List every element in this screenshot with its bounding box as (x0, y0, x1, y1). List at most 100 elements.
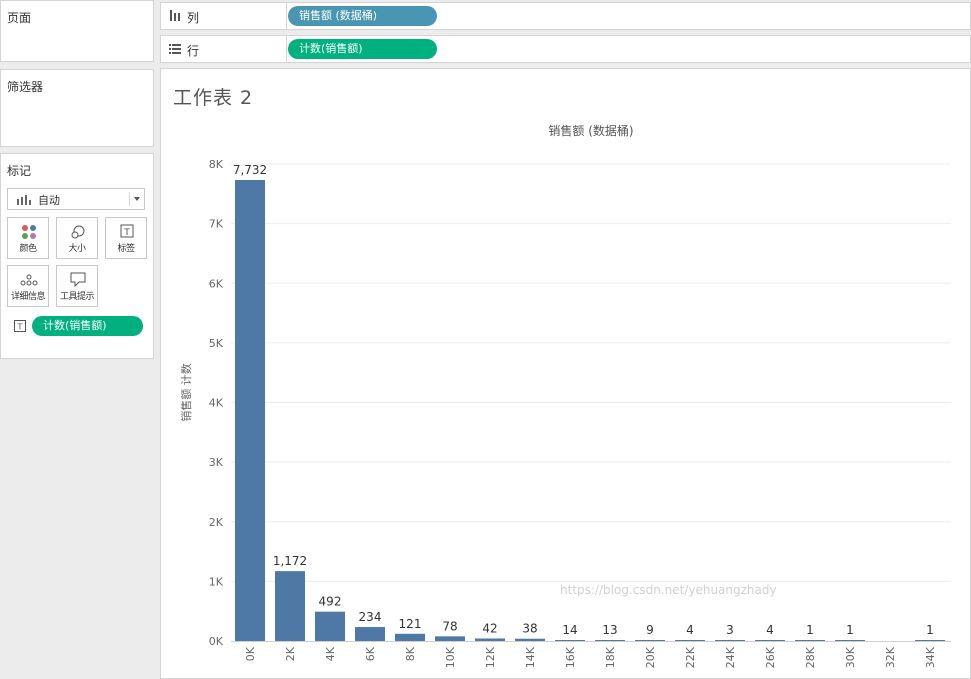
y-tick-label: 6K (209, 277, 224, 290)
data-label: 234 (359, 610, 382, 624)
x-tick-label: 14K (524, 646, 537, 668)
x-tick-label: 18K (604, 646, 617, 668)
x-tick-label: 30K (844, 646, 857, 668)
text-mark-icon: T (14, 320, 26, 332)
chevron-down-icon (134, 197, 140, 201)
bar (435, 636, 465, 641)
bar (715, 640, 745, 641)
data-label: 42 (482, 621, 497, 635)
y-tick-label: 5K (209, 337, 224, 350)
columns-icon (170, 10, 180, 21)
y-axis-title: 销售额 计数 (179, 363, 193, 422)
bar (595, 640, 625, 641)
worksheet-view[interactable]: 工作表 2 销售额 (数据桶) 0K 1K 2K 3K 4K 5K 6K 7K 8K 销售额 计数 7… (160, 68, 971, 679)
data-label: 4 (686, 623, 694, 637)
y-tick-label: 4K (209, 397, 224, 410)
color-card[interactable]: 颜色 (7, 217, 49, 259)
pages-panel[interactable]: 页面 (0, 0, 154, 62)
label-field-pill[interactable]: 计数(销售额) (32, 316, 143, 336)
bar (795, 640, 825, 641)
bar (355, 627, 385, 641)
x-tick-label: 26K (764, 646, 777, 668)
bar (315, 611, 345, 641)
data-label: 1 (926, 623, 934, 637)
bar (515, 638, 545, 641)
x-tick-label: 32K (884, 646, 897, 668)
dropdown-separator (129, 192, 130, 206)
filters-panel[interactable]: 筛选器 (0, 69, 154, 147)
size-card-label: 大小 (68, 244, 86, 254)
svg-text:T: T (123, 228, 130, 238)
y-tick-label: 0K (209, 635, 224, 648)
bar (235, 179, 265, 641)
bar (675, 640, 705, 641)
x-tick-label: 0K (244, 646, 257, 661)
rows-shelf-header: 行 (161, 36, 287, 62)
histogram-chart: 销售额 (数据桶) 0K 1K 2K 3K 4K 5K 6K 7K 8K 销售额 计数 7,732 0K… (179, 123, 951, 668)
x-tick-label: 16K (564, 646, 577, 668)
y-tick-label: 8K (209, 158, 224, 171)
x-tick-label: 34K (924, 646, 937, 668)
data-label: 78 (442, 619, 457, 633)
data-label: 1,172 (273, 554, 307, 568)
tooltip-bubble-icon (70, 272, 86, 288)
mark-type-dropdown[interactable]: 自动 (7, 188, 145, 210)
detail-dots-icon (20, 274, 38, 286)
y-tick-label: 7K (209, 218, 224, 231)
x-tick-label: 12K (484, 646, 497, 668)
bar (555, 640, 585, 641)
tooltip-card-label: 工具提示 (59, 292, 95, 302)
columns-shelf-header: 列 (161, 3, 287, 29)
filters-title: 筛选器 (7, 80, 44, 94)
data-label: 1 (806, 623, 814, 637)
data-label: 38 (522, 622, 537, 636)
bar (635, 640, 665, 641)
detail-card[interactable]: 详细信息 (7, 265, 49, 307)
y-tick-label: 1K (209, 575, 224, 588)
data-label: 7,732 (233, 163, 267, 177)
bar (395, 633, 425, 641)
data-label: 121 (399, 617, 422, 631)
rows-icon (169, 44, 181, 54)
data-label: 4 (766, 623, 774, 637)
label-card-label: 标签 (117, 244, 135, 254)
bar (915, 640, 945, 641)
rows-shelf: 行 计数(销售额) (160, 35, 971, 63)
data-label: 13 (602, 623, 617, 637)
color-dots-icon (22, 225, 36, 239)
data-label: 3 (726, 623, 734, 637)
rows-label: 行 (187, 44, 200, 58)
label-card[interactable]: T 标签 (105, 217, 147, 259)
columns-shelf: 列 销售额 (数据桶) (160, 2, 971, 30)
size-circles-icon (71, 225, 85, 239)
x-tick-label: 10K (444, 646, 457, 668)
svg-text:T: T (17, 323, 23, 332)
marks-title: 标记 (7, 164, 32, 178)
mark-type-label: 自动 (38, 194, 60, 207)
pages-title: 页面 (7, 11, 32, 25)
columns-field-pill[interactable]: 销售额 (数据桶) (288, 6, 437, 26)
data-label: 14 (562, 623, 577, 637)
rows-field-pill[interactable]: 计数(销售额) (288, 39, 437, 59)
chart-title: 销售额 (数据桶) (548, 123, 633, 138)
x-tick-label: 2K (284, 646, 297, 661)
x-tick-label: 20K (644, 646, 657, 668)
data-label: 1 (846, 623, 854, 637)
tooltip-card[interactable]: 工具提示 (56, 265, 98, 307)
x-tick-label: 28K (804, 646, 817, 668)
x-tick-label: 4K (324, 646, 337, 661)
detail-card-label: 详细信息 (10, 292, 46, 302)
x-tick-label: 22K (684, 646, 697, 668)
bar-chart-icon (17, 195, 31, 205)
bar (835, 640, 865, 641)
y-tick-label: 2K (209, 516, 224, 529)
text-label-icon: T (120, 224, 134, 238)
color-card-label: 颜色 (19, 244, 37, 254)
bar (275, 571, 305, 641)
x-tick-label: 6K (364, 646, 377, 661)
data-label: 9 (646, 623, 654, 637)
x-tick-label: 24K (724, 646, 737, 668)
data-label: 492 (319, 595, 342, 609)
columns-label: 列 (187, 11, 200, 25)
size-card[interactable]: 大小 (56, 217, 98, 259)
